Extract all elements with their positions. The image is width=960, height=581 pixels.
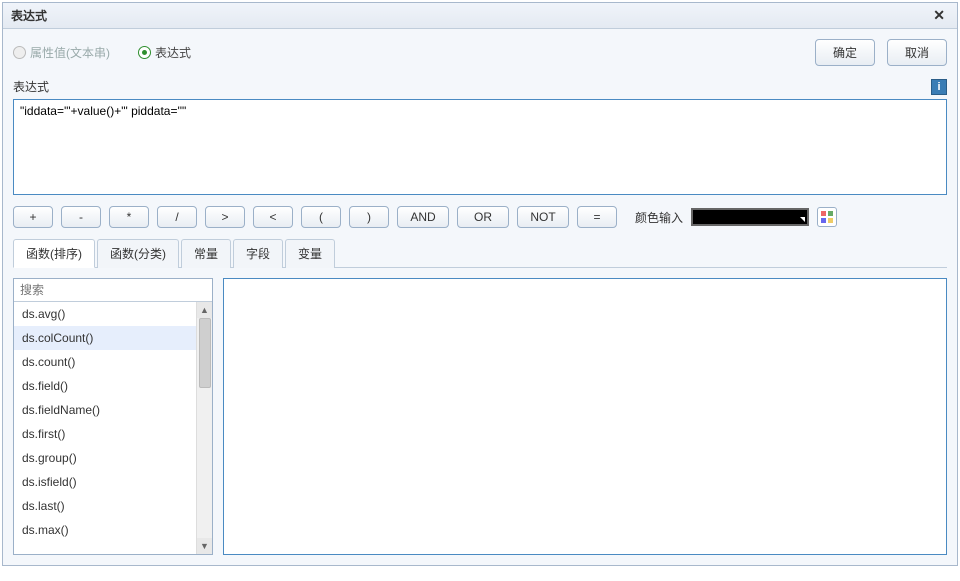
radio-icon: [138, 46, 151, 59]
op-rparen[interactable]: ): [349, 206, 389, 228]
search-input[interactable]: [14, 279, 212, 302]
op-multiply[interactable]: *: [109, 206, 149, 228]
op-lt[interactable]: <: [253, 206, 293, 228]
dialog-title: 表达式: [11, 7, 47, 24]
scroll-down-icon[interactable]: ▼: [197, 538, 212, 554]
op-eq[interactable]: =: [577, 206, 617, 228]
ok-button[interactable]: 确定: [815, 39, 875, 66]
info-icon[interactable]: i: [931, 79, 947, 95]
list-item[interactable]: ds.avg(): [14, 302, 196, 326]
operator-row: + - * / > < ( ) AND OR NOT = 颜色输入: [13, 206, 947, 228]
tab-func-sort[interactable]: 函数(排序): [13, 239, 95, 268]
tab-constants[interactable]: 常量: [181, 239, 231, 268]
color-input-label: 颜色输入: [635, 209, 683, 226]
list-item[interactable]: ds.fieldName(): [14, 398, 196, 422]
list-item[interactable]: ds.max(): [14, 518, 196, 542]
radio-expression[interactable]: 表达式: [138, 44, 191, 61]
expression-input[interactable]: [13, 99, 947, 195]
radio-label: 属性值(文本串): [30, 44, 110, 61]
op-lparen[interactable]: (: [301, 206, 341, 228]
op-divide[interactable]: /: [157, 206, 197, 228]
function-listbox: ds.avg()ds.colCount()ds.count()ds.field(…: [13, 278, 213, 555]
tab-func-category[interactable]: 函数(分类): [97, 239, 179, 268]
radio-icon: [13, 46, 26, 59]
list-item[interactable]: ds.colCount(): [14, 326, 196, 350]
scrollbar[interactable]: ▲ ▼: [196, 302, 212, 554]
palette-icon[interactable]: [817, 207, 837, 227]
list-item[interactable]: ds.group(): [14, 446, 196, 470]
cancel-button[interactable]: 取消: [887, 39, 947, 66]
op-minus[interactable]: -: [61, 206, 101, 228]
list-item[interactable]: ds.field(): [14, 374, 196, 398]
tab-fields[interactable]: 字段: [233, 239, 283, 268]
scroll-thumb[interactable]: [199, 318, 211, 388]
detail-panel: [223, 278, 947, 555]
list-item[interactable]: ds.first(): [14, 422, 196, 446]
toolbar: 属性值(文本串) 表达式 确定 取消: [3, 29, 957, 74]
op-not[interactable]: NOT: [517, 206, 569, 228]
close-icon[interactable]: ✕: [929, 7, 949, 24]
tab-strip: 函数(排序) 函数(分类) 常量 字段 变量: [13, 238, 947, 268]
radio-attr-value[interactable]: 属性值(文本串): [13, 44, 110, 61]
scroll-up-icon[interactable]: ▲: [197, 302, 212, 318]
bottom-panel: ds.avg()ds.colCount()ds.count()ds.field(…: [13, 278, 947, 555]
op-and[interactable]: AND: [397, 206, 449, 228]
expression-label: 表达式: [13, 78, 49, 95]
radio-label: 表达式: [155, 44, 191, 61]
list-item[interactable]: ds.isfield(): [14, 470, 196, 494]
titlebar: 表达式 ✕: [3, 3, 957, 29]
list-item[interactable]: ds.count(): [14, 350, 196, 374]
color-picker[interactable]: [691, 208, 809, 226]
tab-variables[interactable]: 变量: [285, 239, 335, 268]
mode-radio-group: 属性值(文本串) 表达式: [13, 44, 191, 61]
expression-dialog: 表达式 ✕ 属性值(文本串) 表达式 确定 取消 表达式 i + - * / >: [2, 2, 958, 566]
list-item[interactable]: ds.last(): [14, 494, 196, 518]
function-list[interactable]: ds.avg()ds.colCount()ds.count()ds.field(…: [14, 302, 196, 554]
op-gt[interactable]: >: [205, 206, 245, 228]
op-plus[interactable]: +: [13, 206, 53, 228]
op-or[interactable]: OR: [457, 206, 509, 228]
